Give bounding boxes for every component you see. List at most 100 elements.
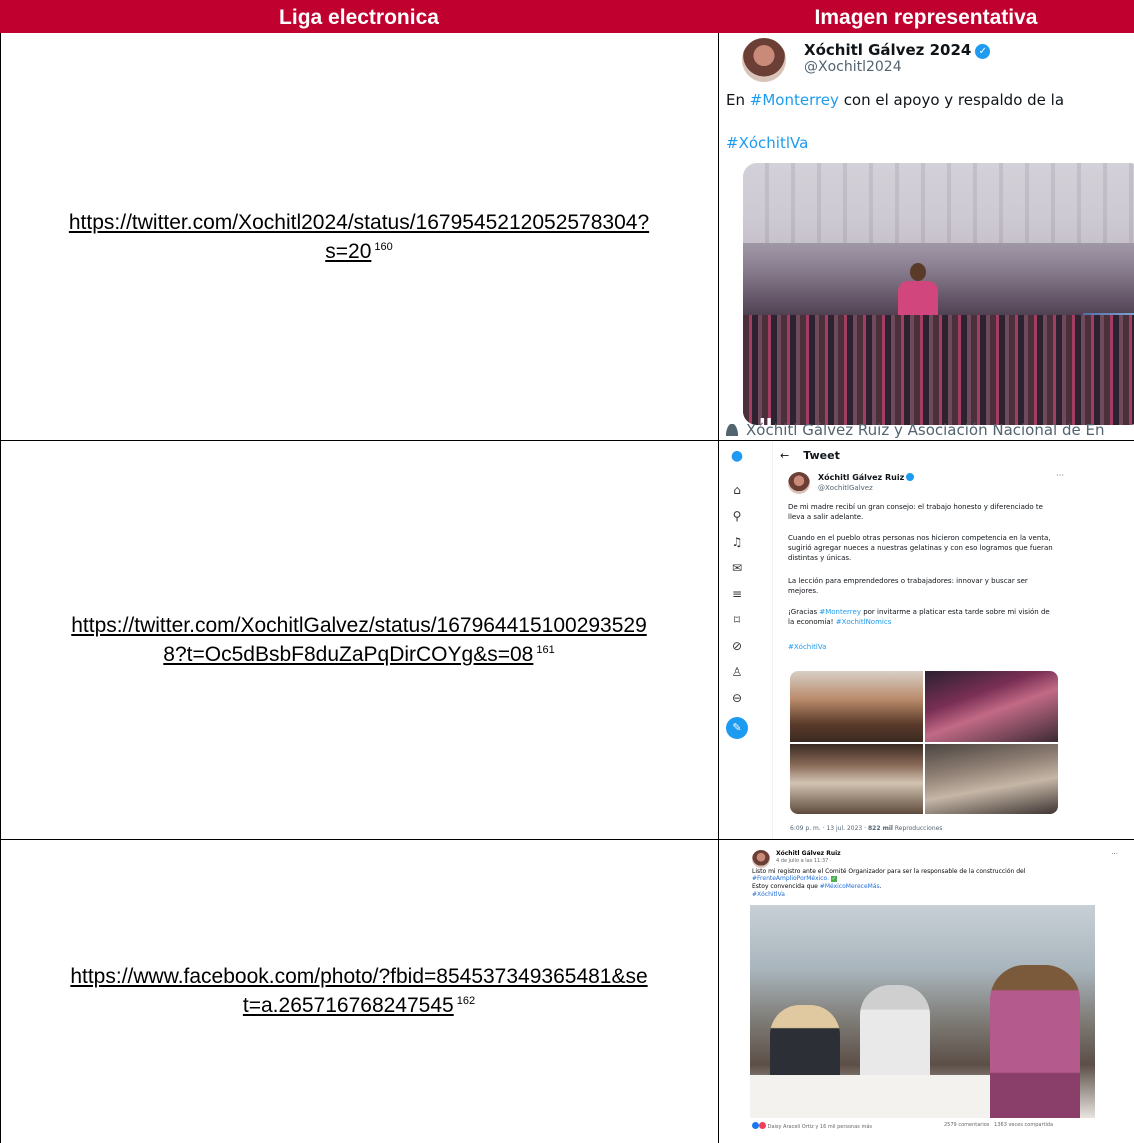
back-arrow-icon: ← xyxy=(780,449,790,462)
twitter-bird-icon: ● xyxy=(730,448,744,464)
row-1-link[interactable]: https://twitter.com/Xochitl2024/status/1… xyxy=(69,211,649,263)
hashtag-frenteamplio: #FrenteAmplioPorMéxico. xyxy=(752,875,829,882)
tweet-paragraph-2: Cuando en el pueblo otras personas nos h… xyxy=(788,534,1053,562)
row-1-link-line1[interactable]: https://twitter.com/Xochitl2024/status/1… xyxy=(69,211,649,234)
row-1-link-line2[interactable]: s=20 xyxy=(325,240,371,263)
post-line-1: Listo mi registro ante el Comité Organiz… xyxy=(752,868,1026,875)
row-3-footnote-ref[interactable]: 162 xyxy=(457,995,475,1007)
row-3-link-text: https://www.facebook.com/photo/?fbid=854… xyxy=(70,964,647,1018)
tweet-timestamp: 6:09 p. m. · 13 jul. 2023 · xyxy=(790,825,868,832)
tweet-detail: ← Tweet Xóchitl Gálvez Ruiz @XochitlGalve… xyxy=(780,441,1064,839)
twitter-sidebar: ● ⌂ ⚲ ♫ ✉ ≡ ⌑ ⊘ ♙ ⊖ ✎ xyxy=(724,441,760,839)
row-2-link-line2[interactable]: 8?t=Oc5dBsbF8duZaPqDirCOYg&s=08 xyxy=(163,643,533,666)
row-2-footnote-ref[interactable]: 161 xyxy=(536,644,554,656)
post-date: 4 de julio a las 11:37 · xyxy=(776,858,832,864)
verified-icon: ⊘ xyxy=(731,639,743,653)
hashtag-monterrey: #Monterrey xyxy=(819,608,861,616)
header-image-column: Imagen representativa xyxy=(718,0,1134,33)
tweet-video-frame: II xyxy=(743,163,1134,425)
table-column-divider xyxy=(718,33,719,1143)
row-1-footnote-ref[interactable]: 160 xyxy=(374,241,392,253)
photo-person-right xyxy=(990,965,1080,1118)
lists-icon: ≡ xyxy=(731,587,743,601)
tweet-photo-grid xyxy=(790,671,1058,814)
tweet-text-suffix: con el apoyo y respaldo de la xyxy=(838,91,1065,109)
row-divider-2 xyxy=(0,839,1134,840)
photo-4 xyxy=(925,744,1058,814)
tweet-text: En #Monterrey con el apoyo y respaldo de… xyxy=(726,91,1064,109)
avatar xyxy=(752,850,770,868)
row-3-image-cell: Xóchitl Gálvez Ruiz 4 de julio a las 11:… xyxy=(724,840,1134,1143)
audience-crowd xyxy=(743,315,1134,425)
row-1-link-text: https://twitter.com/Xochitl2024/status/1… xyxy=(69,210,649,264)
post-line-2: #FrenteAmplioPorMéxico. ✓ xyxy=(752,875,837,882)
check-emoji-icon: ✓ xyxy=(830,876,837,882)
more-options-icon: ··· xyxy=(1111,850,1118,858)
like-reaction-icon xyxy=(752,1122,759,1129)
tweet-paragraph-4: ¡Gracias #Monterrey por invitarme a plat… xyxy=(788,607,1053,627)
tweet-author-name: Xóchitl Gálvez 2024 ✓ xyxy=(804,41,991,59)
tweet-screenshot-2: ● ⌂ ⚲ ♫ ✉ ≡ ⌑ ⊘ ♙ ⊖ ✎ ← Tweet Xóchitl Gál… xyxy=(724,441,1134,839)
tweet-topbar: ← Tweet xyxy=(780,449,840,462)
home-icon: ⌂ xyxy=(733,483,741,497)
profile-icon: ♙ xyxy=(731,665,743,679)
more-icon: ⊖ xyxy=(731,691,743,705)
hashtag-xochitlva: #XóchitlVa xyxy=(788,643,827,651)
post-author-name: Xóchitl Gálvez Ruiz xyxy=(776,850,841,857)
tweet-paragraph-3: La lección para emprendedores o trabajad… xyxy=(788,577,1028,595)
hashtag-xochitlva: #XóchitlVa xyxy=(752,891,785,898)
verified-badge-icon xyxy=(906,473,915,481)
avatar xyxy=(742,38,786,82)
photo-2 xyxy=(925,671,1058,742)
row-1-image-cell: Xóchitl Gálvez 2024 ✓ @Xochitl2024 En #Mo… xyxy=(724,33,1134,440)
row-3-link-line2[interactable]: t=a.265716768247545 xyxy=(243,994,454,1017)
photo-3 xyxy=(790,744,923,814)
photo-1 xyxy=(790,671,923,742)
evidence-table: Liga electronica Imagen representativa h… xyxy=(0,0,1134,1143)
avatar xyxy=(788,472,810,494)
post-line-3: Estoy convencida que #MéxicoMereceMás. xyxy=(752,883,882,890)
hashtag-monterrey: #Monterrey xyxy=(749,91,839,109)
row-3-link-cell: https://www.facebook.com/photo/?fbid=854… xyxy=(0,839,718,1143)
row-3-link[interactable]: https://www.facebook.com/photo/?fbid=854… xyxy=(70,965,647,1017)
row-2-image-cell: ● ⌂ ⚲ ♫ ✉ ≡ ⌑ ⊘ ♙ ⊖ ✎ ← Tweet Xóchitl Gál… xyxy=(724,441,1134,839)
tagged-caption: Xóchitl Gálvez Ruiz y Asociación Naciona… xyxy=(726,421,1105,439)
table-border-left xyxy=(0,33,1,1143)
tweet-footer: 6:09 p. m. · 13 jul. 2023 · 822 mil Repr… xyxy=(790,825,942,832)
compose-icon: ✎ xyxy=(726,717,748,739)
sidebar-divider xyxy=(772,441,773,839)
row-2-link-cell: https://twitter.com/XochitlGalvez/status… xyxy=(0,440,718,839)
tweet-paragraph-1: De mi madre recibí un gran consejo: el t… xyxy=(788,503,1043,521)
row-2-link-line1[interactable]: https://twitter.com/XochitlGalvez/status… xyxy=(71,614,647,637)
post-stats: 2579 comentarios 1363 veces compartida xyxy=(944,1122,1053,1128)
row-2-link-text: https://twitter.com/XochitlGalvez/status… xyxy=(71,613,647,667)
messages-icon: ✉ xyxy=(731,561,743,575)
more-options-icon: ··· xyxy=(1056,471,1064,480)
shares-count: 1363 veces compartida xyxy=(994,1122,1054,1128)
tweet-page-title: Tweet xyxy=(803,449,840,462)
facebook-post-screenshot: Xóchitl Gálvez Ruiz 4 de julio a las 11:… xyxy=(724,840,1134,1130)
post-photo xyxy=(750,905,1095,1118)
reactions-text: Daisy Araceli Ortiz y 16 mil personas má… xyxy=(767,1124,873,1130)
comments-count: 2579 comentarios xyxy=(944,1122,990,1128)
line3-text: Estoy convencida que xyxy=(752,883,820,890)
author-name-text: Xóchitl Gálvez 2024 xyxy=(804,41,972,59)
caption-text: Xóchitl Gálvez Ruiz y Asociación Naciona… xyxy=(746,421,1105,439)
tweet-author-name: Xóchitl Gálvez Ruiz xyxy=(818,473,915,482)
row-divider-1 xyxy=(0,440,1134,441)
verified-badge-icon: ✓ xyxy=(975,44,991,59)
hashtag-xochitlva: #XóchitlVa xyxy=(726,134,809,152)
p4-text-a: ¡Gracias xyxy=(788,608,820,616)
notifications-icon: ♫ xyxy=(731,535,743,549)
view-count: 822 mil xyxy=(867,825,893,832)
row-2-link[interactable]: https://twitter.com/XochitlGalvez/status… xyxy=(71,614,647,666)
row-3-link-line1[interactable]: https://www.facebook.com/photo/?fbid=854… xyxy=(70,965,647,988)
hashtag-xochitlnomics: #XochitlNomics xyxy=(835,618,892,626)
row-1-link-cell: https://twitter.com/Xochitl2024/status/1… xyxy=(0,33,718,440)
tweet-screenshot-1: Xóchitl Gálvez 2024 ✓ @Xochitl2024 En #Mo… xyxy=(724,33,1134,440)
header-link-column: Liga electronica xyxy=(0,0,718,33)
love-reaction-icon xyxy=(759,1122,766,1129)
hashtag-mexicomerecemas: #MéxicoMereceMás xyxy=(819,883,880,890)
line3-period: . xyxy=(879,883,882,890)
speaker-head xyxy=(910,263,926,281)
